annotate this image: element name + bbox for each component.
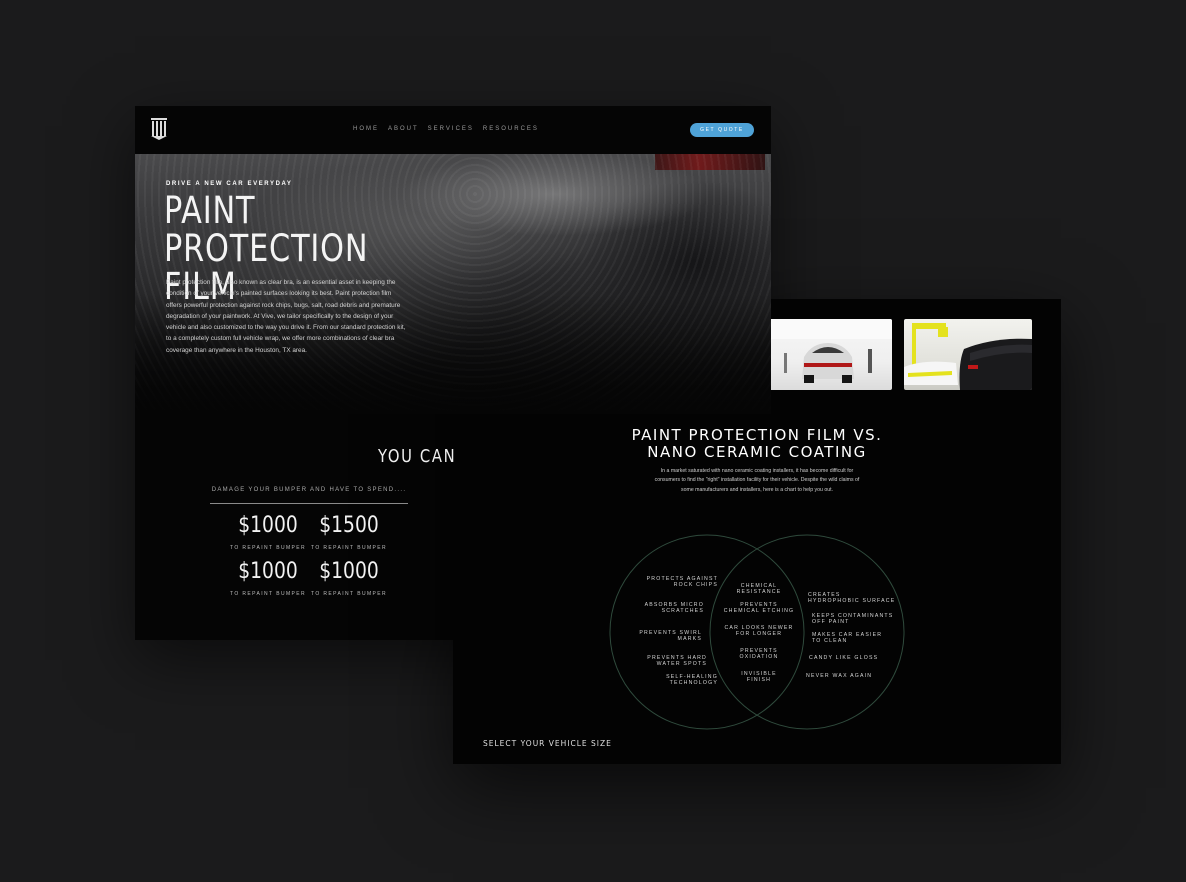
comparison-description: In a market saturated with nano ceramic … [654, 468, 860, 493]
comparison-title-line1: PAINT PROTECTION FILM VS. [631, 426, 883, 444]
nav-home[interactable]: HOME [353, 126, 379, 132]
select-vehicle-size-heading: SELECT YOUR VEHICLE SIZE [483, 739, 612, 748]
venn-left-item: PREVENTS HARD WATER SPOTS [647, 655, 707, 667]
comparison-title-line2: NANO CERAMIC COATING [647, 443, 867, 461]
price-item: $1000 TO REPAINT BUMPER [228, 513, 308, 552]
price-amount: $1000 [238, 559, 298, 584]
gallery-thumbnail-porsche[interactable] [764, 319, 892, 390]
car-photo [764, 319, 892, 383]
top-nav: HOME ABOUT SERVICES RESOURCES GET QUOTE [135, 106, 771, 154]
nav-links: HOME ABOUT SERVICES RESOURCES [353, 126, 539, 132]
venn-right-item: MAKES CAR EASIER TO CLEAN [812, 632, 883, 644]
price-label: TO REPAINT BUMPER [310, 545, 388, 551]
venn-center-item: INVISIBLE FINISH [741, 671, 777, 683]
venn-center-item: CHEMICAL RESISTANCE [736, 583, 782, 595]
venn-right-item: CANDY LIKE GLOSS [809, 655, 879, 661]
hero-description: Paint protection film, also known as cle… [166, 279, 406, 354]
price-item: $1000 TO REPAINT BUMPER [228, 559, 308, 598]
vive-logo-icon[interactable] [151, 118, 167, 140]
nav-services[interactable]: SERVICES [428, 126, 474, 132]
price-item: $1000 TO REPAINT BUMPER [309, 559, 389, 598]
price-label: TO REPAINT BUMPER [310, 591, 388, 597]
venn-left-item: PREVENTS SWIRL MARKS [639, 630, 702, 642]
price-item: $1500 TO REPAINT BUMPER [309, 513, 389, 552]
venn-center-item: CAR LOOKS NEWER FOR LONGER [724, 625, 794, 637]
venn-left-item: ABSORBS MICRO SCRATCHES [644, 602, 704, 614]
venn-right-item: CREATES HYDROPHOBIC SURFACE [808, 592, 896, 604]
comparison-title: PAINT PROTECTION FILM VS. NANO CERAMIC C… [607, 427, 907, 461]
gallery-thumbnail-mustang[interactable] [904, 319, 1032, 390]
price-amount: $1000 [319, 559, 379, 584]
hero-kicker: DRIVE A NEW CAR EVERYDAY [166, 181, 293, 187]
nav-resources[interactable]: RESOURCES [483, 126, 539, 132]
car-photo [904, 323, 1032, 390]
price-amount: $1000 [238, 513, 298, 538]
savings-divider [210, 503, 408, 504]
hero-title-line1: PAINT PROTECTION [164, 189, 369, 270]
venn-right-item: KEEPS CONTAMINANTS OFF PAINT [812, 613, 894, 625]
savings-heading: YOU CAN [378, 446, 457, 467]
venn-center-item: PREVENTS OXIDATION [739, 648, 779, 660]
price-amount: $1500 [319, 513, 379, 538]
get-quote-button[interactable]: GET QUOTE [690, 123, 754, 137]
venn-center-item: PREVENTS CHEMICAL ETCHING [723, 602, 795, 614]
nav-about[interactable]: ABOUT [388, 126, 419, 132]
savings-subtext: DAMAGE YOUR BUMPER AND HAVE TO SPEND.... [211, 487, 407, 493]
venn-left-item: PROTECTS AGAINST ROCK CHIPS [646, 576, 718, 588]
venn-right-item: NEVER WAX AGAIN [806, 673, 873, 679]
price-label: TO REPAINT BUMPER [229, 591, 307, 597]
price-label: TO REPAINT BUMPER [229, 545, 307, 551]
